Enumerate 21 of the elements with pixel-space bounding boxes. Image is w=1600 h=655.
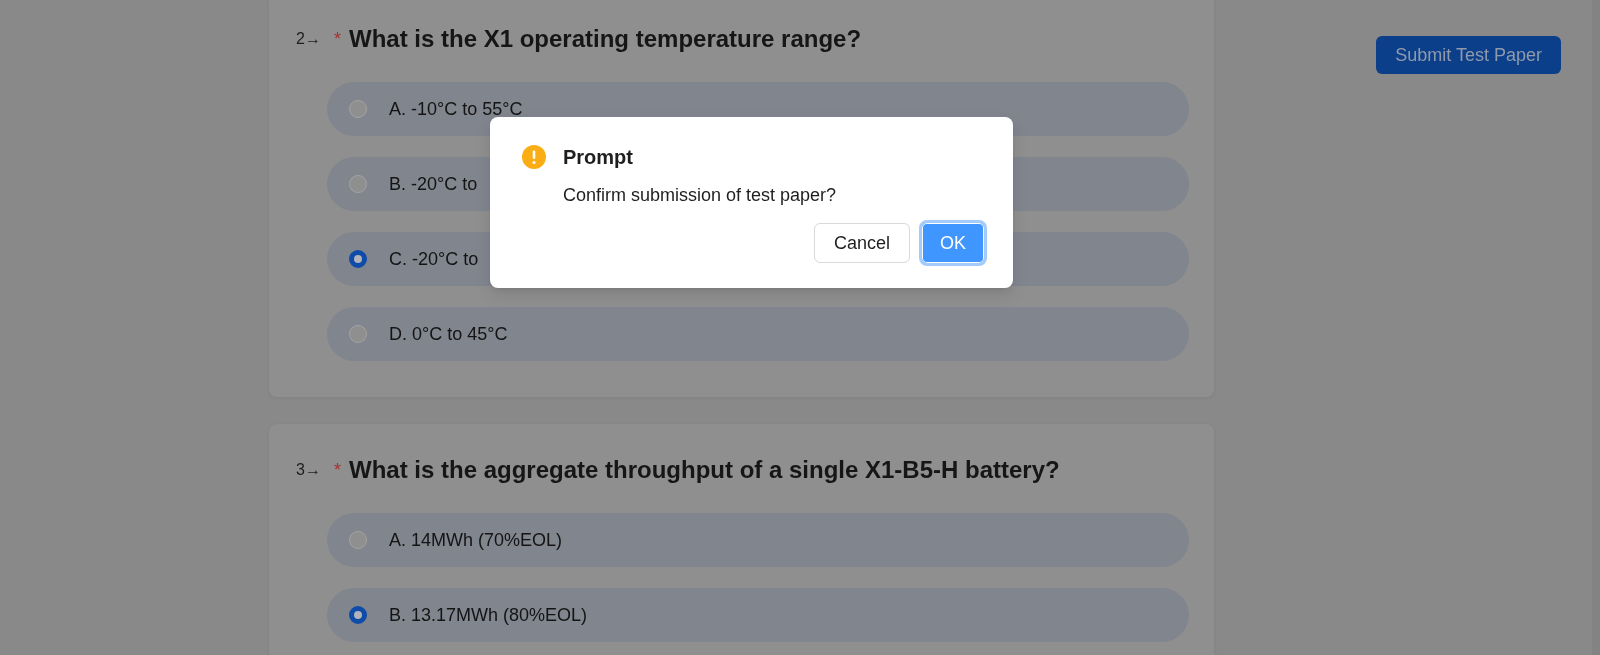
radio-button[interactable] [349,325,367,343]
radio-button[interactable] [349,606,367,624]
radio-button[interactable] [349,175,367,193]
question-title: What is the X1 operating temperature range? [349,25,862,53]
radio-button[interactable] [349,100,367,118]
warning-icon [522,145,546,169]
required-mark: * [334,30,342,48]
radio-button[interactable] [349,531,367,549]
answer-option[interactable]: A. 14MWh (70%EOL) [327,513,1189,567]
confirm-button[interactable]: OK [919,220,987,266]
dialog-message: Confirm submission of test paper? [563,184,838,206]
required-mark: * [334,461,342,479]
question-title: What is the aggregate throughput of a single X1-B5-H battery? [349,456,1060,484]
submit-button[interactable]: Submit Test Paper [1376,36,1561,74]
cancel-button[interactable]: Cancel [813,223,910,263]
dialog-title: Prompt [563,145,633,169]
radio-button[interactable] [349,250,367,268]
question-number: 3→ [296,461,322,479]
question-number: 2→ [296,30,322,48]
answer-option[interactable]: D. 0°C to 45°C [327,307,1189,361]
answer-option[interactable]: B. 13.17MWh (80%EOL) [327,588,1189,642]
